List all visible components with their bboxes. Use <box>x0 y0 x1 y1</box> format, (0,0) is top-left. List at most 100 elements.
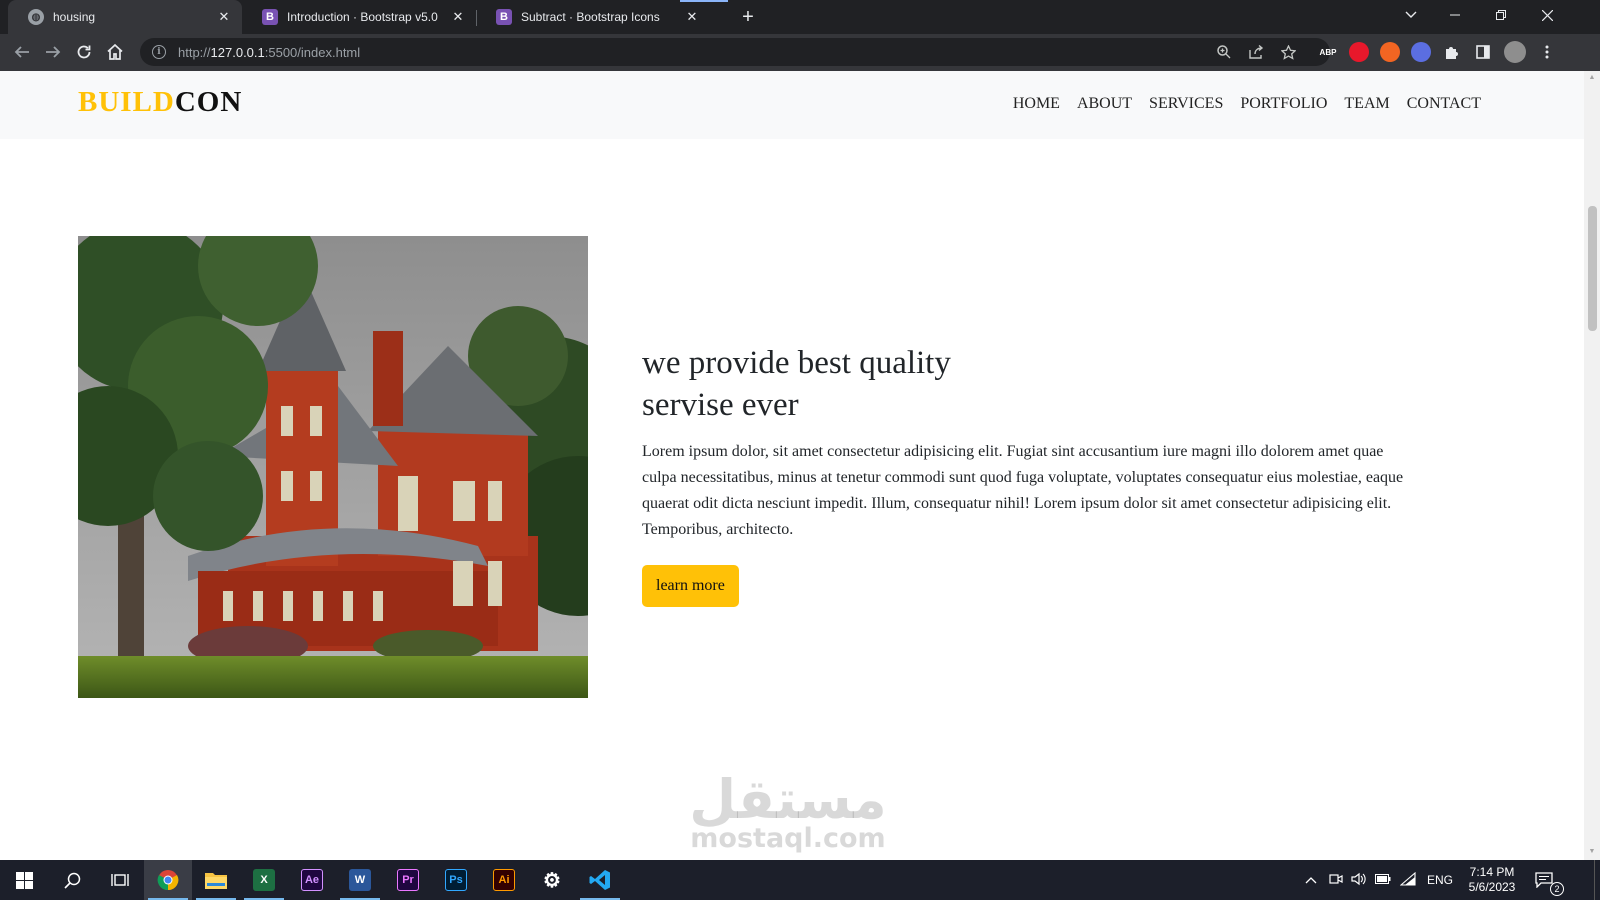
back-button[interactable] <box>8 38 36 66</box>
reload-icon <box>77 45 91 59</box>
page-viewport: BUILDCON HOME ABOUT SERVICES PORTFOLIO T… <box>0 71 1584 860</box>
address-bar[interactable]: i http://127.0.0.1:5500/index.html <box>140 38 1330 66</box>
restore-icon <box>1496 10 1506 20</box>
orange-extension-icon[interactable] <box>1380 42 1400 62</box>
task-view-button[interactable] <box>96 860 144 900</box>
battery-icon[interactable] <box>1375 873 1391 887</box>
globe-icon: ◍ <box>28 9 44 25</box>
bookmark-star-icon[interactable] <box>1278 42 1298 62</box>
premiere-icon: Pr <box>397 869 419 891</box>
adblock-plus-icon[interactable]: ABP <box>1318 42 1338 62</box>
side-panel-icon[interactable] <box>1473 42 1493 62</box>
close-icon[interactable]: ✕ <box>684 9 700 25</box>
close-icon <box>1541 9 1553 21</box>
section-heading: we provide best quality servise ever <box>642 345 951 423</box>
taskbar-vscode[interactable] <box>576 860 624 900</box>
tab-bootstrap-introduction[interactable]: B Introduction · Bootstrap v5.0 ✕ <box>242 0 476 34</box>
clock-time: 7:14 PM <box>1469 865 1515 879</box>
settings-icon: ⚙ <box>543 869 561 892</box>
page-scrollbar[interactable]: ▲ ▼ <box>1584 71 1600 860</box>
nav-contact[interactable]: CONTACT <box>1407 95 1481 113</box>
chrome-icon <box>157 870 179 891</box>
home-button[interactable] <box>101 38 129 66</box>
zoom-icon[interactable] <box>1214 42 1234 62</box>
close-icon[interactable]: ✕ <box>216 9 232 25</box>
adblock-label: ABP <box>1319 47 1337 57</box>
taskbar-word[interactable]: W <box>336 860 384 900</box>
blue-extension-icon[interactable] <box>1411 42 1431 62</box>
nav-menu: HOME ABOUT SERVICES PORTFOLIO TEAM CONTA… <box>996 95 1481 113</box>
illustrator-icon: Ai <box>493 869 515 891</box>
brand-build: BUILD <box>78 86 175 118</box>
nav-about[interactable]: ABOUT <box>1077 95 1132 113</box>
meet-now-icon[interactable] <box>1329 873 1343 888</box>
taskbar-after-effects[interactable]: Ae <box>288 860 336 900</box>
volume-icon[interactable] <box>1351 872 1367 889</box>
minimize-button[interactable] <box>1432 0 1478 30</box>
extensions-puzzle-icon[interactable] <box>1442 42 1462 62</box>
tab-title: Introduction · Bootstrap v5.0 <box>287 10 438 24</box>
nav-team[interactable]: TEAM <box>1344 95 1389 113</box>
excel-icon: X <box>253 869 275 891</box>
input-language[interactable]: ENG <box>1427 873 1453 887</box>
scroll-down-icon[interactable]: ▼ <box>1588 848 1596 856</box>
word-icon: W <box>349 869 371 891</box>
home-icon <box>107 43 123 60</box>
taskbar-illustrator[interactable]: Ai <box>480 860 528 900</box>
taskbar-chrome[interactable] <box>144 860 192 900</box>
taskbar-premiere[interactable]: Pr <box>384 860 432 900</box>
taskbar-excel[interactable]: X <box>240 860 288 900</box>
mostaql-watermark: مستقل mostaql.com <box>688 771 888 853</box>
start-button[interactable] <box>0 860 48 900</box>
taskbar-settings[interactable]: ⚙ <box>528 860 576 900</box>
search-icon <box>63 872 80 889</box>
reload-button[interactable] <box>70 38 98 66</box>
notification-count-badge: 2 <box>1550 882 1564 896</box>
windows-logo-icon <box>15 871 33 889</box>
system-clock[interactable]: 7:14 PM 5/6/2023 <box>1460 865 1524 895</box>
section-paragraph: Lorem ipsum dolor, sit amet consectetur … <box>642 443 1404 538</box>
brand-logo[interactable]: BUILDCON <box>78 86 242 119</box>
site-info-icon[interactable]: i <box>152 45 166 59</box>
brand-con: CON <box>174 86 243 118</box>
scrollbar-thumb[interactable] <box>1588 206 1597 331</box>
taskbar-file-explorer[interactable] <box>192 860 240 900</box>
taskbar-photoshop[interactable]: Ps <box>432 860 480 900</box>
clock-date: 5/6/2023 <box>1468 880 1516 894</box>
tab-bootstrap-icons[interactable]: B Subtract · Bootstrap Icons ✕ <box>476 0 710 34</box>
new-tab-button[interactable]: + <box>736 5 760 29</box>
arrow-left-icon <box>14 46 29 58</box>
tab-title: housing <box>53 10 96 24</box>
profile-avatar[interactable] <box>1504 41 1526 63</box>
menu-kebab-icon[interactable] <box>1537 42 1557 62</box>
task-view-icon <box>111 874 129 886</box>
close-icon[interactable]: ✕ <box>450 9 466 25</box>
search-button[interactable] <box>48 860 96 900</box>
house-photo <box>78 236 588 698</box>
url-host: 127.0.0.1 <box>210 44 265 60</box>
nav-home[interactable]: HOME <box>1013 95 1060 113</box>
photoshop-icon: Ps <box>445 869 467 891</box>
bootstrap-icon: B <box>496 9 512 25</box>
wifi-icon[interactable] <box>1399 871 1416 889</box>
nav-portfolio[interactable]: PORTFOLIO <box>1240 95 1327 113</box>
tab-housing[interactable]: ◍ housing ✕ <box>8 0 242 34</box>
chevron-up-icon[interactable] <box>1305 873 1319 887</box>
tab-title: Subtract · Bootstrap Icons <box>521 10 660 24</box>
url-path: :5500/index.html <box>264 44 361 60</box>
nav-services[interactable]: SERVICES <box>1149 95 1223 113</box>
restore-button[interactable] <box>1478 0 1524 30</box>
about-section: we provide best quality servise ever Lor… <box>642 342 1422 607</box>
red-extension-icon[interactable] <box>1349 42 1369 62</box>
system-tray: ENG <box>1305 860 1453 900</box>
show-desktop-button[interactable] <box>1594 860 1600 900</box>
vscode-icon <box>589 870 610 890</box>
tab-search-button[interactable] <box>1388 0 1434 30</box>
learn-more-button[interactable]: learn more <box>642 565 739 607</box>
share-icon[interactable] <box>1246 42 1266 62</box>
close-window-button[interactable] <box>1524 0 1570 30</box>
watermark-latin: mostaql.com <box>690 823 886 854</box>
notifications-button[interactable]: 2 <box>1524 860 1564 900</box>
forward-button[interactable] <box>39 38 67 66</box>
scroll-up-icon[interactable]: ▲ <box>1588 74 1596 82</box>
